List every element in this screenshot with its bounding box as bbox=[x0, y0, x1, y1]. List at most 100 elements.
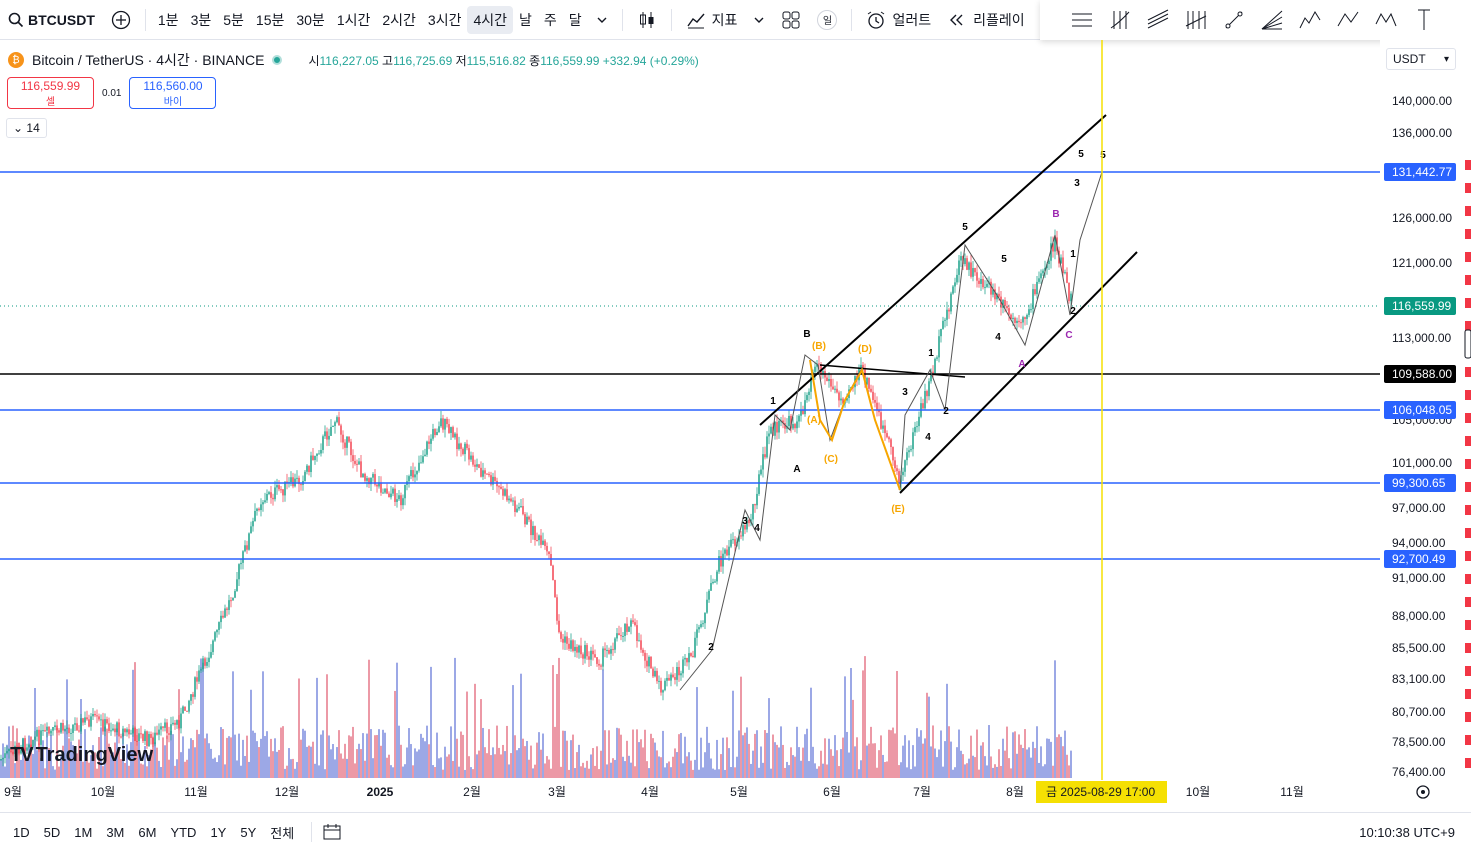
candle-body bbox=[940, 328, 942, 337]
volume-bar bbox=[252, 730, 254, 778]
volume-bar bbox=[402, 766, 404, 778]
candle-body bbox=[440, 418, 442, 427]
range-1m[interactable]: 1M bbox=[67, 825, 99, 840]
sell-price: 116,559.99 bbox=[20, 79, 81, 93]
range-ytd[interactable]: YTD bbox=[163, 825, 203, 840]
candle-body bbox=[916, 426, 918, 428]
volume-bar bbox=[964, 764, 966, 778]
range-all[interactable]: 전체 bbox=[263, 823, 301, 842]
candle-body bbox=[170, 724, 172, 735]
volume-bar bbox=[396, 662, 398, 778]
volume-bar bbox=[992, 767, 994, 778]
time-axis-label: 2025 bbox=[367, 785, 394, 799]
candle-body bbox=[258, 508, 260, 511]
candle-body bbox=[1016, 320, 1018, 323]
candle-body bbox=[952, 286, 954, 294]
volume-bar bbox=[198, 734, 200, 778]
clock-label[interactable]: 10:10:38 UTC+9 bbox=[1359, 825, 1455, 840]
volume-bar bbox=[508, 764, 510, 778]
volume-bar bbox=[310, 746, 312, 778]
market-status-icon[interactable] bbox=[272, 55, 283, 65]
buy-price: 116,560.00 bbox=[143, 79, 203, 93]
currency-select[interactable]: USDT ▾ bbox=[1386, 48, 1456, 70]
volume-bar bbox=[552, 665, 554, 778]
volume-bar bbox=[368, 659, 370, 778]
candle-body bbox=[112, 728, 114, 731]
candle-body bbox=[794, 424, 796, 429]
candle-body bbox=[650, 656, 652, 669]
candle-body bbox=[840, 398, 842, 401]
range-6m[interactable]: 6M bbox=[131, 825, 163, 840]
candle-body bbox=[96, 715, 98, 717]
volume-bar bbox=[422, 737, 424, 778]
scroll-handle[interactable] bbox=[1464, 329, 1471, 359]
volume-bar bbox=[478, 750, 480, 778]
volume-bar bbox=[960, 750, 962, 778]
range-1y[interactable]: 1Y bbox=[203, 825, 233, 840]
candle-body bbox=[246, 545, 248, 550]
candle-body bbox=[1018, 320, 1020, 323]
ohlc-values: 시116,227.05 고116,725.69 저115,516.82 종116… bbox=[308, 52, 698, 69]
volume-bar bbox=[854, 746, 856, 778]
candle-body bbox=[234, 591, 236, 598]
settings-icon[interactable] bbox=[1416, 785, 1430, 799]
price-chart[interactable]: 1342AB(B)(A)(C)(D)(E)1324554ABC35 512 140… bbox=[0, 0, 1471, 812]
volume-bar bbox=[180, 752, 182, 778]
candle-body bbox=[982, 278, 984, 288]
candle-body bbox=[136, 740, 138, 742]
indicators-toggle[interactable]: ⌄ 14 bbox=[6, 118, 47, 138]
volume-bar bbox=[900, 762, 902, 778]
volume-bar bbox=[1020, 744, 1022, 778]
alert-marker bbox=[1465, 620, 1471, 630]
candle-body bbox=[868, 377, 870, 389]
volume-bar bbox=[1050, 741, 1052, 778]
wave-label: 4 bbox=[995, 332, 1001, 343]
range-5d[interactable]: 5D bbox=[37, 825, 68, 840]
price-axis-label: 80,700.00 bbox=[1392, 705, 1446, 719]
volume-bar bbox=[742, 735, 744, 778]
candle-body bbox=[292, 477, 294, 487]
volume-bar bbox=[210, 748, 212, 778]
candle-body bbox=[184, 706, 186, 711]
elliott-wave-path bbox=[679, 171, 1103, 691]
candle-body bbox=[380, 482, 382, 493]
volume-bar bbox=[566, 740, 568, 778]
volume-bar bbox=[156, 747, 158, 778]
candle-body bbox=[44, 730, 46, 732]
range-1d[interactable]: 1D bbox=[6, 825, 37, 840]
volume-bar bbox=[720, 754, 722, 778]
wave-label: (B) bbox=[812, 341, 826, 352]
calendar-goto-icon[interactable] bbox=[322, 822, 342, 842]
range-3m[interactable]: 3M bbox=[99, 825, 131, 840]
candle-body bbox=[778, 420, 780, 433]
volume-bar bbox=[808, 761, 810, 778]
volume-bar bbox=[982, 742, 984, 778]
volume-bar bbox=[354, 763, 356, 778]
candle-body bbox=[874, 399, 876, 403]
volume-bar bbox=[930, 746, 932, 778]
candle-body bbox=[172, 722, 174, 725]
volume-bar bbox=[224, 764, 226, 778]
tradingview-watermark[interactable]: TV TradingView bbox=[10, 744, 153, 767]
candle-body bbox=[212, 640, 214, 653]
volume-bar bbox=[882, 754, 884, 778]
buy-button[interactable]: 116,560.00 바이 bbox=[129, 77, 217, 109]
candle-body bbox=[1024, 317, 1026, 319]
legend-title[interactable]: Bitcoin / TetherUS · 4시간 · BINANCE bbox=[32, 50, 264, 70]
volume-bar bbox=[242, 739, 244, 778]
range-5y[interactable]: 5Y bbox=[233, 825, 263, 840]
volume-bar bbox=[196, 729, 198, 778]
volume-bar bbox=[412, 765, 414, 778]
volume-bar bbox=[636, 729, 638, 778]
candle-body bbox=[410, 470, 412, 477]
price-axis-label: 78,500.00 bbox=[1392, 735, 1446, 749]
volume-bar bbox=[194, 747, 196, 778]
volume-bar bbox=[948, 726, 950, 778]
candle-body bbox=[658, 680, 660, 682]
candle-body bbox=[578, 645, 580, 653]
candle-body bbox=[332, 425, 334, 428]
candle-body bbox=[836, 388, 838, 393]
sell-button[interactable]: 116,559.99 셀 bbox=[7, 77, 94, 109]
alert-marker bbox=[1465, 551, 1471, 561]
volume-bar bbox=[944, 741, 946, 778]
